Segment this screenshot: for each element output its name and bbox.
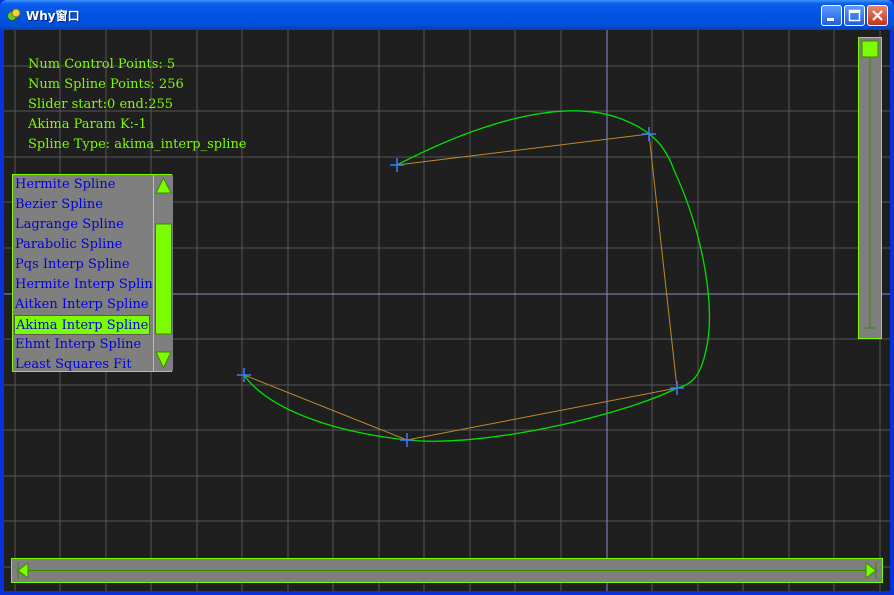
vertical-slider-thumb[interactable] — [861, 40, 879, 58]
plot-canvas[interactable]: Num Control Points: 5 Num Spline Points:… — [4, 30, 890, 591]
spline-type-item[interactable]: Lagrange Spline — [13, 215, 153, 235]
info-panel: Num Control Points: 5 Num Spline Points:… — [28, 55, 247, 155]
scroll-down-arrow-icon[interactable] — [155, 351, 172, 370]
spline-type-item[interactable]: Least Squares Fit — [13, 355, 153, 375]
horizontal-slider-graphics — [17, 562, 877, 579]
list-scrollbar-graphics — [155, 176, 172, 370]
control-points-label: Num Control Points: 5 — [28, 57, 176, 72]
spline-type-item[interactable]: Pqs Interp Spline — [13, 255, 153, 275]
main-window: Why窗口 Num Control Points: 5 Num Spline P… — [0, 0, 894, 595]
scroll-up-arrow-icon[interactable] — [155, 176, 172, 194]
spline-type-item[interactable]: Ehmt Interp Spline — [13, 335, 153, 355]
control-polygon — [243, 133, 678, 441]
akima-param-label: Akima Param K:-1 — [28, 117, 147, 132]
list-scrollbar[interactable] — [153, 175, 173, 371]
slider-end-handle-icon[interactable] — [865, 562, 877, 579]
spline-type-item[interactable]: Aitken Interp Spline — [13, 295, 153, 315]
maximize-button[interactable] — [844, 5, 865, 26]
spline-type-item[interactable]: Bezier Spline — [13, 195, 153, 215]
window-title: Why窗口 — [26, 9, 80, 23]
close-icon — [872, 10, 883, 21]
list-scroll-thumb[interactable] — [155, 223, 172, 335]
app-icon — [7, 8, 21, 21]
title-bar[interactable]: Why窗口 — [0, 0, 894, 30]
spline-points-label: Num Spline Points: 256 — [28, 77, 184, 92]
spline-type-item[interactable]: Hermite Spline — [13, 175, 153, 195]
spline-curve — [243, 110, 711, 442]
control-point[interactable] — [670, 381, 684, 395]
close-button[interactable] — [867, 5, 888, 26]
control-point[interactable] — [400, 433, 414, 447]
spline-type-label: Spline Type: akima_interp_spline — [28, 137, 247, 152]
control-point[interactable] — [390, 158, 404, 172]
control-point[interactable] — [237, 368, 251, 382]
minimize-icon — [827, 18, 834, 21]
slider-start-handle-icon[interactable] — [17, 562, 29, 579]
spline-type-item[interactable]: Parabolic Spline — [13, 235, 153, 255]
vertical-slider[interactable] — [858, 37, 882, 339]
spline-type-list[interactable]: Hermite Spline Bezier Spline Lagrange Spli… — [12, 174, 173, 375]
spline-type-items: Hermite Spline Bezier Spline Lagrange Spli… — [13, 175, 160, 375]
control-point[interactable] — [642, 127, 656, 141]
horizontal-slider[interactable] — [11, 558, 883, 583]
spline-type-item[interactable]: Akima Interp Spline — [14, 315, 150, 335]
maximize-icon — [848, 9, 861, 22]
slider-range-label: Slider start:0 end:255 — [28, 97, 174, 112]
vertical-slider-graphics — [861, 40, 879, 329]
minimize-button[interactable] — [821, 5, 842, 26]
spline-type-item[interactable]: Hermite Interp Spline — [13, 275, 160, 295]
